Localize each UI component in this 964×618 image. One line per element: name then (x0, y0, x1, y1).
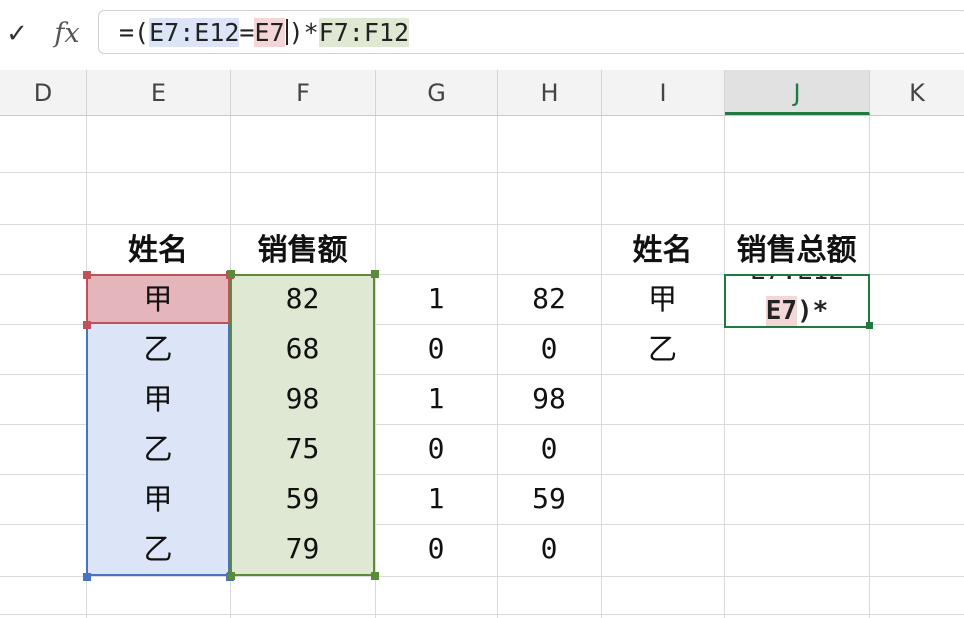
cell-product[interactable]: 0 (497, 524, 601, 574)
edit-text-tail: )* (797, 296, 829, 326)
cell-sales[interactable]: 79 (230, 524, 375, 574)
cell-name[interactable]: 乙 (86, 324, 230, 374)
spreadsheet-grid[interactable]: 姓名 销售额 甲 82 1 82 乙 68 0 0 甲 98 1 98 乙 75… (0, 116, 964, 618)
column-header-e[interactable]: E (87, 70, 231, 115)
formula-segment-open: =( (119, 18, 150, 47)
grid-line (0, 614, 964, 615)
grid-line (0, 224, 964, 225)
cell-flag[interactable]: 1 (375, 474, 497, 524)
cell-flag[interactable]: 1 (375, 274, 497, 324)
range-handle[interactable] (83, 573, 91, 581)
formula-segment-close: )* (288, 18, 319, 47)
cell-product[interactable]: 0 (497, 324, 601, 374)
cell-product[interactable]: 0 (497, 424, 601, 474)
fill-handle[interactable] (866, 322, 873, 329)
header-sales[interactable]: 销售额 (230, 226, 375, 276)
active-edit-cell[interactable]: E7:E12 E7)* (724, 274, 870, 328)
cell-name[interactable]: 甲 (86, 474, 230, 524)
edit-ref-e7: E7 (765, 296, 797, 326)
cell-product[interactable]: 59 (497, 474, 601, 524)
formula-ref-range-f: F7:F12 (318, 18, 410, 47)
cell-name[interactable]: 甲 (86, 374, 230, 424)
header-name[interactable]: 姓名 (86, 226, 230, 276)
cell-flag[interactable]: 0 (375, 424, 497, 474)
header-total-sales[interactable]: 销售总额 (724, 226, 869, 276)
column-header-h[interactable]: H (498, 70, 602, 115)
formula-ref-range-e: E7:E12 (149, 18, 240, 47)
summary-name[interactable]: 乙 (601, 324, 724, 374)
check-icon[interactable]: ✓ (0, 16, 34, 52)
cell-name[interactable]: 甲 (86, 274, 230, 324)
text-cursor (285, 19, 288, 45)
cell-flag[interactable]: 0 (375, 524, 497, 574)
edit-cell-line-2: E7)* (726, 296, 868, 326)
grid-line (0, 172, 964, 173)
edit-cell-line-1: E7:E12 (726, 276, 868, 286)
cell-sales[interactable]: 59 (230, 474, 375, 524)
cell-sales[interactable]: 75 (230, 424, 375, 474)
summary-name[interactable]: 甲 (601, 274, 724, 324)
cell-product[interactable]: 82 (497, 274, 601, 324)
formula-bar: ✓ fx =(E7:E12=E7)*F7:F12 (0, 0, 964, 70)
column-header-d[interactable]: D (0, 70, 87, 115)
cell-sales[interactable]: 98 (230, 374, 375, 424)
grid-line (0, 576, 964, 577)
column-header-k[interactable]: K (870, 70, 964, 115)
cell-product[interactable]: 98 (497, 374, 601, 424)
grid-line (724, 116, 725, 618)
column-header-f[interactable]: F (231, 70, 376, 115)
formula-ref-e7: E7 (254, 18, 285, 47)
cell-flag[interactable]: 0 (375, 324, 497, 374)
cell-name[interactable]: 乙 (86, 424, 230, 474)
cell-flag[interactable]: 1 (375, 374, 497, 424)
formula-segment-equals: = (239, 18, 255, 47)
cell-name[interactable]: 乙 (86, 524, 230, 574)
column-header-g[interactable]: G (376, 70, 498, 115)
cell-sales[interactable]: 68 (230, 324, 375, 374)
grid-line (869, 116, 870, 618)
header-name-summary[interactable]: 姓名 (601, 226, 724, 276)
cell-sales[interactable]: 82 (230, 274, 375, 324)
column-header-bar: D E F G H I J K (0, 70, 964, 116)
column-header-i[interactable]: I (602, 70, 725, 115)
formula-text: =(E7:E12=E7)*F7:F12 (119, 15, 410, 51)
formula-input[interactable]: =(E7:E12=E7)*F7:F12 (98, 10, 964, 54)
column-header-j[interactable]: J (725, 70, 870, 115)
fx-icon[interactable]: fx (44, 14, 90, 54)
